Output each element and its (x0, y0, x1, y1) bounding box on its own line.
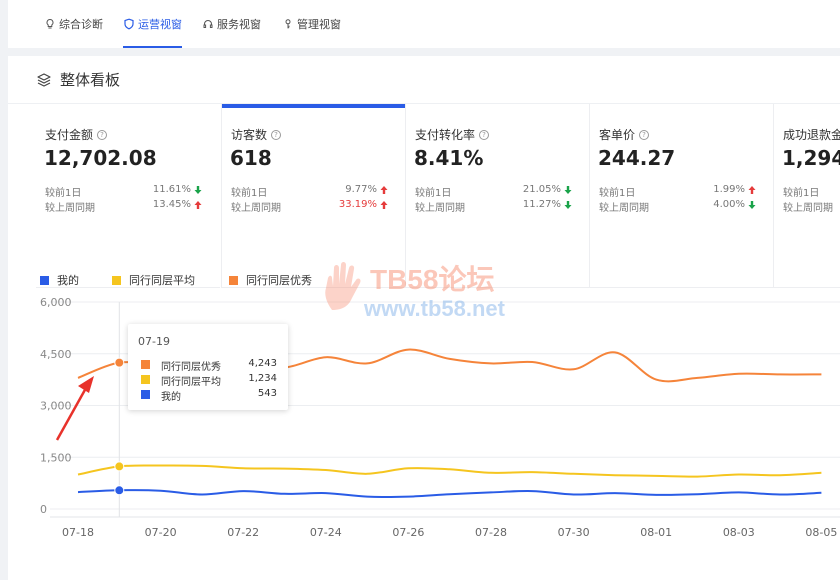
x-tick-label: 08-05 (805, 526, 837, 539)
series-point-0 (114, 485, 125, 496)
y-tick-label: 3,000 (40, 400, 72, 413)
line-chart: 6,000 4,500 3,000 1,500 0 07-18 07-20 07-22 07-2… (40, 296, 840, 539)
tooltip-series-name: 同行同层平均 (161, 377, 221, 388)
y-tick-label: 6,000 (40, 296, 72, 309)
tooltip-swatch (141, 390, 150, 399)
tooltip-row: 同行同层平均 1,234 (141, 373, 277, 388)
tooltip-series-value: 543 (257, 388, 277, 399)
tooltip-swatch (141, 360, 150, 369)
tooltip-series-name: 同行同层优秀 (161, 362, 221, 373)
x-tick-label: 07-30 (558, 526, 590, 539)
x-tick-label: 08-01 (640, 526, 672, 539)
annotation-arrowhead (78, 376, 94, 393)
x-tick-label: 07-24 (310, 526, 342, 539)
tooltip-row: 我的 543 (141, 388, 277, 403)
x-tick-label: 07-20 (145, 526, 177, 539)
series-line-0 (77, 489, 822, 498)
annotation-arrow (55, 387, 88, 441)
y-tick-label: 1,500 (40, 451, 72, 464)
series-point-1 (114, 461, 125, 472)
x-tick-label: 08-03 (723, 526, 755, 539)
tooltip-date: 07-19 (138, 335, 170, 348)
x-tick-label: 07-18 (62, 526, 94, 539)
y-tick-label: 4,500 (40, 348, 72, 361)
series-line-1 (77, 464, 822, 478)
tooltip-series-name: 我的 (161, 392, 181, 403)
series-point-2 (114, 357, 125, 368)
tooltip-series-value: 4,243 (248, 358, 277, 369)
tooltip-row: 同行同层优秀 4,243 (141, 358, 277, 373)
y-tick-label: 0 (40, 503, 47, 516)
x-tick-label: 07-26 (392, 526, 424, 539)
x-tick-label: 07-28 (475, 526, 507, 539)
tooltip-swatch (141, 375, 150, 384)
chart-tooltip: 07-19 同行同层优秀 4,243 同行同层平均 1,234 我的 543 (128, 324, 288, 410)
x-tick-label: 07-22 (227, 526, 259, 539)
tooltip-series-value: 1,234 (248, 373, 277, 384)
